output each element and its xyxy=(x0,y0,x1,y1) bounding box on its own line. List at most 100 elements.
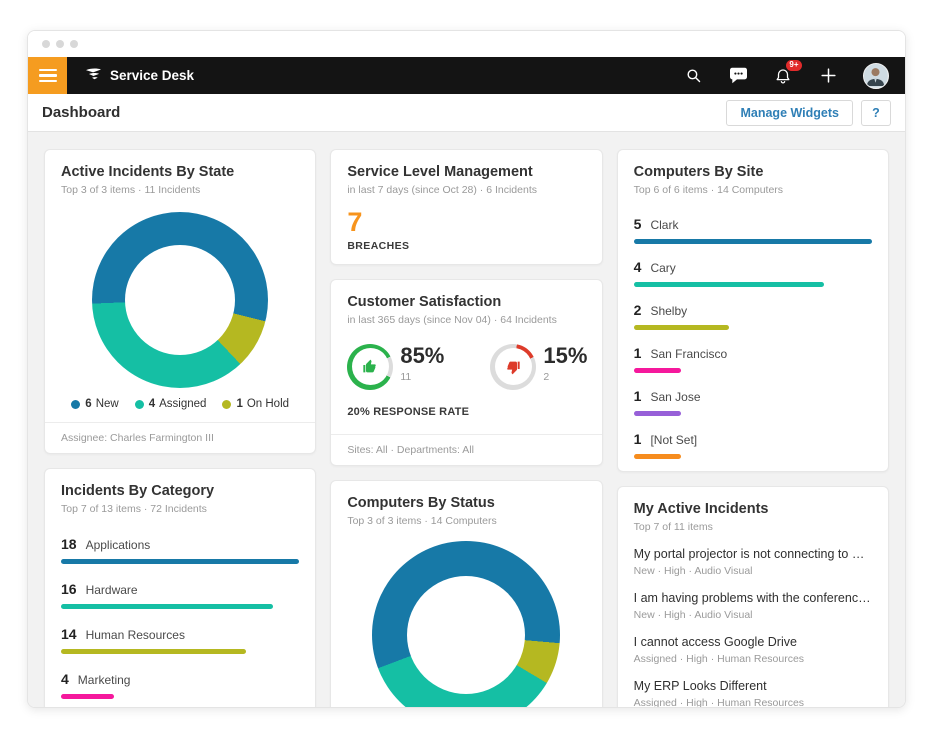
window-control-dot[interactable] xyxy=(56,40,64,48)
negative-percent: 15% xyxy=(543,344,587,368)
legend-dot xyxy=(222,400,231,409)
bar-row: 5 Clark xyxy=(634,216,872,244)
legend-dot xyxy=(135,400,144,409)
brand-name: Service Desk xyxy=(110,68,194,83)
incident-title: My ERP Looks Different xyxy=(634,679,872,693)
positive-percent: 85% xyxy=(400,344,444,368)
widget-subtitle: in last 365 days (since Nov 04) · 64 Inc… xyxy=(347,314,585,326)
positive-gauge-ring xyxy=(347,344,393,390)
bar-value: 4 xyxy=(61,671,69,687)
computers-by-status-donut-chart xyxy=(372,541,560,707)
add-new-icon[interactable] xyxy=(818,66,838,86)
negative-gauge-ring xyxy=(490,344,536,390)
widget-filter-footer: Assignee: Charles Farmington III xyxy=(45,422,315,453)
negative-gauge: 15% 2 xyxy=(490,344,587,390)
column-3: Computers By Site Top 6 of 6 items · 14 … xyxy=(617,149,889,707)
widget-computers-by-status: Computers By Status Top 3 of 3 items · 1… xyxy=(330,480,602,707)
bar xyxy=(634,325,729,330)
widget-incidents-by-category: Incidents By Category Top 7 of 13 items … xyxy=(44,468,316,707)
bar-value: 1 xyxy=(634,345,642,361)
legend-dot xyxy=(71,400,80,409)
bar-label: Shelby xyxy=(650,304,687,318)
search-icon[interactable] xyxy=(683,66,703,86)
incident-meta: New · High · Audio Visual xyxy=(634,609,872,621)
hamburger-menu-button[interactable] xyxy=(28,57,67,94)
widget-active-incidents-by-state: Active Incidents By State Top 3 of 3 ite… xyxy=(44,149,316,454)
top-bar-actions: 9+ xyxy=(683,57,905,94)
user-avatar[interactable] xyxy=(863,63,889,89)
page-title: Dashboard xyxy=(42,104,120,121)
bar-row: 1[Not Set] xyxy=(634,431,872,459)
app-top-bar: Service Desk xyxy=(28,57,905,94)
incidents-by-state-donut-chart xyxy=(92,212,268,388)
bar-label: Clark xyxy=(650,218,678,232)
incident-title: I cannot access Google Drive xyxy=(634,635,872,649)
legend-value: 4 xyxy=(149,398,155,410)
bar-label: Human Resources xyxy=(86,628,185,642)
brand[interactable]: Service Desk xyxy=(85,57,194,94)
bar-value: 4 xyxy=(634,259,642,275)
legend-label: New xyxy=(96,398,119,410)
incident-list-item[interactable]: I am having problems with the conference… xyxy=(634,591,872,621)
incident-title: I am having problems with the conference… xyxy=(634,591,872,605)
widget-computers-by-site: Computers By Site Top 6 of 6 items · 14 … xyxy=(617,149,889,472)
incident-list-item[interactable]: My ERP Looks Different Assigned · High ·… xyxy=(634,679,872,707)
chat-icon[interactable] xyxy=(728,66,748,86)
widget-title: My Active Incidents xyxy=(634,501,872,517)
widget-subtitle: in last 7 days (since Oct 28) · 6 Incide… xyxy=(347,184,585,196)
widget-subtitle: Top 6 of 6 items · 14 Computers xyxy=(634,184,872,196)
bar-value: 14 xyxy=(61,626,77,642)
app-window: Service Desk xyxy=(27,30,906,708)
page-header: Dashboard Manage Widgets ? xyxy=(28,94,905,132)
bar-row: 4 Cary xyxy=(634,259,872,287)
bar-row: 18Applications xyxy=(61,536,299,564)
bar-value: 18 xyxy=(61,536,77,552)
bar-label: Hardware xyxy=(86,583,138,597)
window-titlebar xyxy=(28,31,905,57)
column-2: Service Level Management in last 7 days … xyxy=(330,149,602,707)
chart-legend: 6 New 4 Assigned 1 On Hold xyxy=(61,398,299,410)
bar xyxy=(61,694,114,699)
widget-subtitle: Top 3 of 3 items · 11 Incidents xyxy=(61,184,299,196)
manage-widgets-button[interactable]: Manage Widgets xyxy=(726,100,853,126)
widget-customer-satisfaction: Customer Satisfaction in last 365 days (… xyxy=(330,279,602,466)
widget-filter-footer: Sites: All · Departments: All xyxy=(331,434,601,465)
donut-hole xyxy=(407,576,525,694)
bar-value: 1 xyxy=(634,431,642,447)
bar-row: 1 San Francisco xyxy=(634,345,872,373)
breaches-count: 7 xyxy=(347,208,585,238)
bar-label: Cary xyxy=(650,261,675,275)
screenshot-stage: Service Desk xyxy=(0,0,934,730)
bar-row: 16 Hardware xyxy=(61,581,299,609)
notification-badge: 9+ xyxy=(786,60,802,71)
bar xyxy=(634,239,872,244)
window-control-dot[interactable] xyxy=(70,40,78,48)
bar-value: 1 xyxy=(634,388,642,404)
incident-list-item[interactable]: My portal projector is not connecting to… xyxy=(634,547,872,577)
widget-title: Service Level Management xyxy=(347,164,585,180)
bar-label: San Francisco xyxy=(650,347,727,361)
incident-meta: Assigned · High · Human Resources xyxy=(634,653,872,665)
widget-title: Customer Satisfaction xyxy=(347,294,585,310)
incident-meta: New · High · Audio Visual xyxy=(634,565,872,577)
widget-title: Active Incidents By State xyxy=(61,164,299,180)
donut-hole xyxy=(125,245,235,355)
legend-value: 1 xyxy=(236,398,242,410)
widget-my-active-incidents: My Active Incidents Top 7 of 11 items My… xyxy=(617,486,889,707)
bar xyxy=(634,411,682,416)
bar-row: 1San Jose xyxy=(634,388,872,416)
widget-subtitle: Top 3 of 3 items · 14 Computers xyxy=(347,515,585,527)
notifications-bell-icon[interactable]: 9+ xyxy=(773,66,793,86)
incident-list-item[interactable]: I cannot access Google Drive Assigned · … xyxy=(634,635,872,665)
satisfaction-gauges: 85% 11 xyxy=(347,344,585,390)
bar-value: 5 xyxy=(634,216,642,232)
legend-item: 6 New xyxy=(71,398,118,410)
incident-meta: Assigned · High · Human Resources xyxy=(634,697,872,707)
widget-title: Computers By Site xyxy=(634,164,872,180)
help-button[interactable]: ? xyxy=(861,100,891,126)
window-control-dot[interactable] xyxy=(42,40,50,48)
bar-value: 16 xyxy=(61,581,77,597)
widget-subtitle: Top 7 of 13 items · 72 Incidents xyxy=(61,503,299,515)
legend-item: 1 On Hold xyxy=(222,398,289,410)
widget-subtitle: Top 7 of 11 items xyxy=(634,521,872,533)
